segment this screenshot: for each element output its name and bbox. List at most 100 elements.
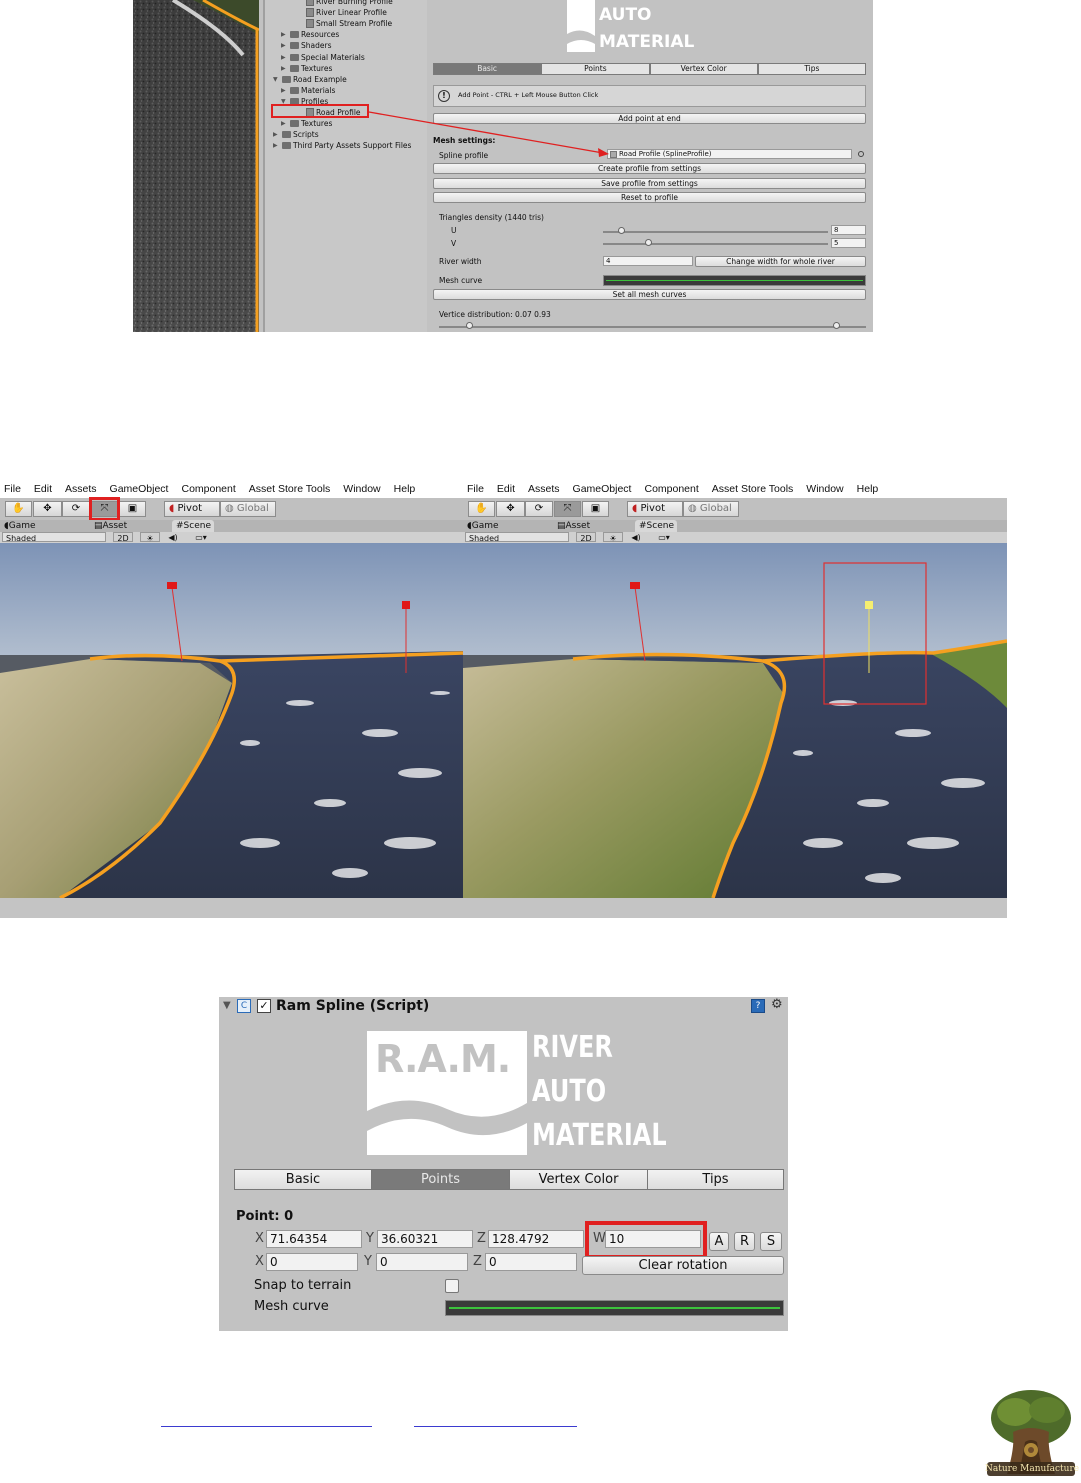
hand-icon: ✋ bbox=[12, 503, 25, 514]
menu-gameobject[interactable]: GameObject bbox=[573, 480, 632, 498]
width-field-highlight bbox=[585, 1221, 707, 1259]
menu-asset-store-tools[interactable]: Asset Store Tools bbox=[712, 480, 794, 498]
scale-tool-highlight bbox=[89, 497, 120, 521]
tab-game-label: Game bbox=[8, 521, 36, 531]
pos-x-field[interactable]: 71.64354 bbox=[266, 1230, 362, 1248]
menu-component[interactable]: Component bbox=[181, 480, 235, 498]
rect-tool-button[interactable]: ▣ bbox=[119, 501, 146, 517]
tab-basic[interactable]: Basic bbox=[234, 1169, 372, 1190]
mode-2d-button[interactable]: 2D bbox=[113, 532, 133, 543]
menu-gameobject[interactable]: GameObject bbox=[110, 480, 169, 498]
menu-assets[interactable]: Assets bbox=[528, 480, 560, 498]
view-tabs: ◖ Game ▤ Asset Store # Scene bbox=[0, 520, 463, 543]
rot-z-field[interactable]: 0 bbox=[485, 1253, 577, 1271]
mode-2d-button[interactable]: 2D bbox=[576, 532, 596, 543]
menu-component[interactable]: Component bbox=[644, 480, 698, 498]
pos-y-label: Y bbox=[366, 1231, 374, 1246]
shading-dropdown[interactable]: Shaded bbox=[2, 532, 106, 543]
audio-toggle[interactable]: ◀) bbox=[163, 532, 183, 542]
pivot-label: Pivot bbox=[177, 503, 203, 514]
unity-editor-right: File Edit Assets GameObject Component Asset S… bbox=[463, 480, 1007, 918]
enabled-checkbox[interactable]: ✓ bbox=[257, 999, 271, 1013]
tab-game[interactable]: ◖ Game bbox=[4, 520, 36, 532]
global-label: Global bbox=[236, 503, 269, 514]
clear-rotation-button[interactable]: Clear rotation bbox=[582, 1256, 784, 1275]
menu-edit[interactable]: Edit bbox=[34, 480, 52, 498]
tab-tips[interactable]: Tips bbox=[647, 1169, 784, 1190]
pivot-icon: ◖ bbox=[632, 503, 638, 514]
audio-icon: ◀) bbox=[168, 533, 178, 542]
tab-vertex-color[interactable]: Vertex Color bbox=[509, 1169, 648, 1190]
river-scene-image bbox=[463, 543, 1007, 899]
mesh-curve-line bbox=[449, 1307, 780, 1309]
effects-dropdown[interactable]: ▭▾ bbox=[188, 532, 214, 542]
pivot-button[interactable]: ◖ Pivot bbox=[627, 501, 683, 517]
badge-text: Nature Manufacture bbox=[985, 1464, 1080, 1474]
mesh-curve-field[interactable] bbox=[445, 1300, 784, 1316]
menu-help[interactable]: Help bbox=[394, 480, 416, 498]
menu-assets[interactable]: Assets bbox=[65, 480, 97, 498]
underline-link-1[interactable] bbox=[161, 1426, 372, 1427]
foldout-arrow-icon[interactable]: ▼ bbox=[223, 1000, 231, 1011]
menu-help[interactable]: Help bbox=[857, 480, 879, 498]
tab-scene[interactable]: # Scene bbox=[172, 520, 214, 532]
button-s[interactable]: S bbox=[760, 1232, 782, 1251]
menu-window[interactable]: Window bbox=[343, 480, 380, 498]
scene-viewport[interactable] bbox=[0, 543, 463, 918]
hand-tool-button[interactable]: ✋ bbox=[468, 501, 495, 517]
gear-icon[interactable]: ⚙ bbox=[771, 997, 783, 1012]
pos-z-field[interactable]: 128.4792 bbox=[488, 1230, 584, 1248]
move-tool-button[interactable]: ✥ bbox=[496, 501, 525, 517]
light-toggle[interactable]: ☀ bbox=[603, 532, 623, 543]
global-button[interactable]: ◍ Global bbox=[220, 501, 276, 517]
tab-scene[interactable]: # Scene bbox=[635, 520, 677, 532]
tab-points[interactable]: Points bbox=[371, 1169, 510, 1190]
point-index-label: Point: 0 bbox=[236, 1209, 294, 1224]
shading-dropdown[interactable]: Shaded bbox=[465, 532, 569, 543]
menu-asset-store-tools[interactable]: Asset Store Tools bbox=[249, 480, 331, 498]
tab-asset-store[interactable]: ▤ Asset Store bbox=[94, 520, 127, 543]
rotate-tool-button[interactable]: ⟳ bbox=[62, 501, 90, 517]
toolbar: ✋ ✥ ⟳ ⤧ ▣ ◖ Pivot ◍ Global bbox=[463, 498, 1007, 520]
help-icon[interactable]: ? bbox=[751, 999, 765, 1013]
image-icon: ▭▾ bbox=[658, 533, 670, 542]
button-a[interactable]: A bbox=[709, 1232, 729, 1251]
tab-asset-store[interactable]: ▤ Asset Store bbox=[557, 520, 590, 543]
ram-logo: R.A.M. RIVER AUTO MATERIAL bbox=[367, 1031, 667, 1155]
script-icon: C bbox=[237, 999, 251, 1013]
rot-y-field[interactable]: 0 bbox=[376, 1253, 468, 1271]
tab-game[interactable]: ◖ Game bbox=[467, 520, 499, 532]
light-toggle[interactable]: ☀ bbox=[140, 532, 160, 543]
pivot-button[interactable]: ◖ Pivot bbox=[164, 501, 220, 517]
menu-file[interactable]: File bbox=[467, 480, 484, 498]
view-tabs: ◖ Game ▤ Asset Store # Scene bbox=[463, 520, 1007, 543]
scale-tool-button[interactable]: ⤧ bbox=[554, 501, 581, 517]
menu-edit[interactable]: Edit bbox=[497, 480, 515, 498]
logo-line-material: MATERIAL bbox=[532, 1118, 667, 1153]
profile-arrow bbox=[368, 111, 609, 157]
move-tool-button[interactable]: ✥ bbox=[33, 501, 62, 517]
audio-icon: ◀) bbox=[631, 533, 641, 542]
menu-window[interactable]: Window bbox=[806, 480, 843, 498]
button-r[interactable]: R bbox=[734, 1232, 755, 1251]
scene-viewport[interactable] bbox=[463, 543, 1007, 918]
rot-y-label: Y bbox=[364, 1254, 372, 1269]
underline-link-2[interactable] bbox=[414, 1426, 577, 1427]
rot-x-field[interactable]: 0 bbox=[266, 1253, 358, 1271]
effects-dropdown[interactable]: ▭▾ bbox=[651, 532, 677, 542]
rect-tool-button[interactable]: ▣ bbox=[582, 501, 609, 517]
tab-scene-label: Scene bbox=[183, 521, 211, 531]
menu-file[interactable]: File bbox=[4, 480, 21, 498]
snap-to-terrain-checkbox[interactable] bbox=[445, 1279, 459, 1293]
rotate-icon: ⟳ bbox=[71, 503, 81, 514]
scale-icon: ⤧ bbox=[563, 503, 572, 514]
audio-toggle[interactable]: ◀) bbox=[626, 532, 646, 542]
rotate-tool-button[interactable]: ⟳ bbox=[525, 501, 553, 517]
hand-tool-button[interactable]: ✋ bbox=[5, 501, 32, 517]
shading-label: Shaded bbox=[6, 534, 37, 543]
move-icon: ✥ bbox=[43, 503, 52, 514]
unity-editor-left: File Edit Assets GameObject Component Asset S… bbox=[0, 480, 463, 918]
global-button[interactable]: ◍ Global bbox=[683, 501, 739, 517]
pos-y-field[interactable]: 36.60321 bbox=[377, 1230, 473, 1248]
global-label: Global bbox=[699, 503, 732, 514]
